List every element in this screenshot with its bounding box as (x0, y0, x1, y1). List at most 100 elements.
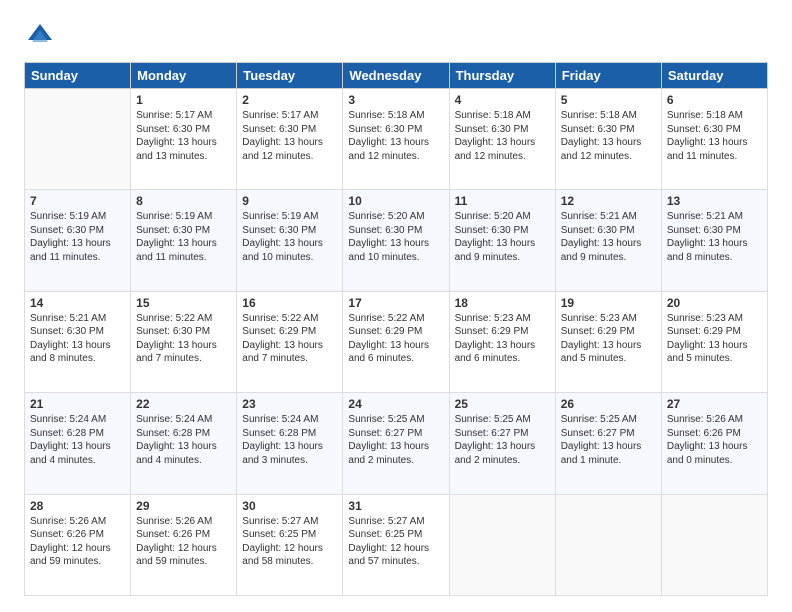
day-number: 26 (561, 397, 656, 411)
day-info: Sunrise: 5:17 AM Sunset: 6:30 PM Dayligh… (242, 109, 337, 163)
day-number: 23 (242, 397, 337, 411)
day-number: 1 (136, 93, 231, 107)
day-number: 21 (30, 397, 125, 411)
day-number: 12 (561, 194, 656, 208)
day-number: 14 (30, 296, 125, 310)
calendar-table: SundayMondayTuesdayWednesdayThursdayFrid… (24, 62, 768, 596)
day-number: 16 (242, 296, 337, 310)
day-info: Sunrise: 5:24 AM Sunset: 6:28 PM Dayligh… (136, 413, 231, 467)
header-cell-friday: Friday (555, 63, 661, 89)
day-number: 13 (667, 194, 762, 208)
header-cell-wednesday: Wednesday (343, 63, 449, 89)
day-cell: 19 Sunrise: 5:23 AM Sunset: 6:29 PM Dayli… (555, 291, 661, 392)
day-cell: 22 Sunrise: 5:24 AM Sunset: 6:28 PM Dayli… (131, 393, 237, 494)
day-number: 29 (136, 499, 231, 513)
day-cell: 4Sunrise: 5:18 AM Sunset: 6:30 PM Daylig… (449, 89, 555, 190)
day-cell: 10 Sunrise: 5:20 AM Sunset: 6:30 PM Dayli… (343, 190, 449, 291)
day-info: Sunrise: 5:19 AM Sunset: 6:30 PM Dayligh… (30, 210, 125, 264)
day-info: Sunrise: 5:24 AM Sunset: 6:28 PM Dayligh… (242, 413, 337, 467)
day-number: 24 (348, 397, 443, 411)
day-number: 11 (455, 194, 550, 208)
day-info: Sunrise: 5:26 AM Sunset: 6:26 PM Dayligh… (30, 515, 125, 569)
day-cell (25, 89, 131, 190)
day-info: Sunrise: 5:18 AM Sunset: 6:30 PM Dayligh… (667, 109, 762, 163)
day-cell: 29 Sunrise: 5:26 AM Sunset: 6:26 PM Dayli… (131, 494, 237, 595)
header-cell-monday: Monday (131, 63, 237, 89)
day-number: 31 (348, 499, 443, 513)
day-number: 19 (561, 296, 656, 310)
day-info: Sunrise: 5:23 AM Sunset: 6:29 PM Dayligh… (455, 312, 550, 366)
day-cell: 8 Sunrise: 5:19 AM Sunset: 6:30 PM Daylig… (131, 190, 237, 291)
week-row-3: 14 Sunrise: 5:21 AM Sunset: 6:30 PM Dayli… (25, 291, 768, 392)
day-cell: 31Sunrise: 5:27 AM Sunset: 6:25 PM Dayli… (343, 494, 449, 595)
day-info: Sunrise: 5:23 AM Sunset: 6:29 PM Dayligh… (667, 312, 762, 366)
day-info: Sunrise: 5:23 AM Sunset: 6:29 PM Dayligh… (561, 312, 656, 366)
header-cell-sunday: Sunday (25, 63, 131, 89)
day-info: Sunrise: 5:19 AM Sunset: 6:30 PM Dayligh… (136, 210, 231, 264)
day-cell: 13 Sunrise: 5:21 AM Sunset: 6:30 PM Dayli… (661, 190, 767, 291)
day-info: Sunrise: 5:24 AM Sunset: 6:28 PM Dayligh… (30, 413, 125, 467)
week-row-1: 1 Sunrise: 5:17 AM Sunset: 6:30 PM Daylig… (25, 89, 768, 190)
day-cell: 9 Sunrise: 5:19 AM Sunset: 6:30 PM Daylig… (237, 190, 343, 291)
day-cell: 12 Sunrise: 5:21 AM Sunset: 6:30 PM Dayli… (555, 190, 661, 291)
day-info: Sunrise: 5:18 AM Sunset: 6:30 PM Dayligh… (455, 109, 550, 163)
day-info: Sunrise: 5:17 AM Sunset: 6:30 PM Dayligh… (136, 109, 231, 163)
header-cell-thursday: Thursday (449, 63, 555, 89)
day-info: Sunrise: 5:19 AM Sunset: 6:30 PM Dayligh… (242, 210, 337, 264)
day-number: 5 (561, 93, 656, 107)
header-cell-tuesday: Tuesday (237, 63, 343, 89)
day-number: 25 (455, 397, 550, 411)
day-number: 2 (242, 93, 337, 107)
day-number: 10 (348, 194, 443, 208)
day-info: Sunrise: 5:25 AM Sunset: 6:27 PM Dayligh… (348, 413, 443, 467)
day-number: 18 (455, 296, 550, 310)
day-number: 22 (136, 397, 231, 411)
day-info: Sunrise: 5:18 AM Sunset: 6:30 PM Dayligh… (348, 109, 443, 163)
header-row: SundayMondayTuesdayWednesdayThursdayFrid… (25, 63, 768, 89)
day-info: Sunrise: 5:20 AM Sunset: 6:30 PM Dayligh… (455, 210, 550, 264)
day-cell: 6Sunrise: 5:18 AM Sunset: 6:30 PM Daylig… (661, 89, 767, 190)
day-cell: 26 Sunrise: 5:25 AM Sunset: 6:27 PM Dayli… (555, 393, 661, 494)
day-cell: 28Sunrise: 5:26 AM Sunset: 6:26 PM Dayli… (25, 494, 131, 595)
day-info: Sunrise: 5:21 AM Sunset: 6:30 PM Dayligh… (561, 210, 656, 264)
day-number: 9 (242, 194, 337, 208)
day-cell: 14 Sunrise: 5:21 AM Sunset: 6:30 PM Dayli… (25, 291, 131, 392)
day-cell: 20 Sunrise: 5:23 AM Sunset: 6:29 PM Dayli… (661, 291, 767, 392)
day-cell: 18 Sunrise: 5:23 AM Sunset: 6:29 PM Dayli… (449, 291, 555, 392)
day-info: Sunrise: 5:25 AM Sunset: 6:27 PM Dayligh… (455, 413, 550, 467)
day-cell: 1 Sunrise: 5:17 AM Sunset: 6:30 PM Daylig… (131, 89, 237, 190)
day-cell: 24 Sunrise: 5:25 AM Sunset: 6:27 PM Dayli… (343, 393, 449, 494)
day-cell: 7 Sunrise: 5:19 AM Sunset: 6:30 PM Daylig… (25, 190, 131, 291)
day-cell: 2 Sunrise: 5:17 AM Sunset: 6:30 PM Daylig… (237, 89, 343, 190)
day-info: Sunrise: 5:18 AM Sunset: 6:30 PM Dayligh… (561, 109, 656, 163)
day-cell (449, 494, 555, 595)
day-info: Sunrise: 5:22 AM Sunset: 6:29 PM Dayligh… (242, 312, 337, 366)
day-info: Sunrise: 5:21 AM Sunset: 6:30 PM Dayligh… (667, 210, 762, 264)
day-cell (661, 494, 767, 595)
day-info: Sunrise: 5:26 AM Sunset: 6:26 PM Dayligh… (136, 515, 231, 569)
day-cell: 17Sunrise: 5:22 AM Sunset: 6:29 PM Dayli… (343, 291, 449, 392)
header-cell-saturday: Saturday (661, 63, 767, 89)
logo (24, 20, 60, 52)
week-row-4: 21 Sunrise: 5:24 AM Sunset: 6:28 PM Dayli… (25, 393, 768, 494)
day-info: Sunrise: 5:22 AM Sunset: 6:29 PM Dayligh… (348, 312, 443, 366)
day-cell: 23 Sunrise: 5:24 AM Sunset: 6:28 PM Dayli… (237, 393, 343, 494)
day-info: Sunrise: 5:22 AM Sunset: 6:30 PM Dayligh… (136, 312, 231, 366)
week-row-5: 28Sunrise: 5:26 AM Sunset: 6:26 PM Dayli… (25, 494, 768, 595)
day-cell: 25 Sunrise: 5:25 AM Sunset: 6:27 PM Dayli… (449, 393, 555, 494)
day-number: 8 (136, 194, 231, 208)
day-number: 15 (136, 296, 231, 310)
day-info: Sunrise: 5:26 AM Sunset: 6:26 PM Dayligh… (667, 413, 762, 467)
day-cell: 21 Sunrise: 5:24 AM Sunset: 6:28 PM Dayli… (25, 393, 131, 494)
day-info: Sunrise: 5:20 AM Sunset: 6:30 PM Dayligh… (348, 210, 443, 264)
day-info: Sunrise: 5:27 AM Sunset: 6:25 PM Dayligh… (242, 515, 337, 569)
day-number: 20 (667, 296, 762, 310)
day-number: 3 (348, 93, 443, 107)
day-info: Sunrise: 5:21 AM Sunset: 6:30 PM Dayligh… (30, 312, 125, 366)
day-cell: 27Sunrise: 5:26 AM Sunset: 6:26 PM Dayli… (661, 393, 767, 494)
day-number: 7 (30, 194, 125, 208)
day-info: Sunrise: 5:25 AM Sunset: 6:27 PM Dayligh… (561, 413, 656, 467)
logo-icon (24, 20, 56, 52)
page-header (24, 20, 768, 52)
week-row-2: 7 Sunrise: 5:19 AM Sunset: 6:30 PM Daylig… (25, 190, 768, 291)
